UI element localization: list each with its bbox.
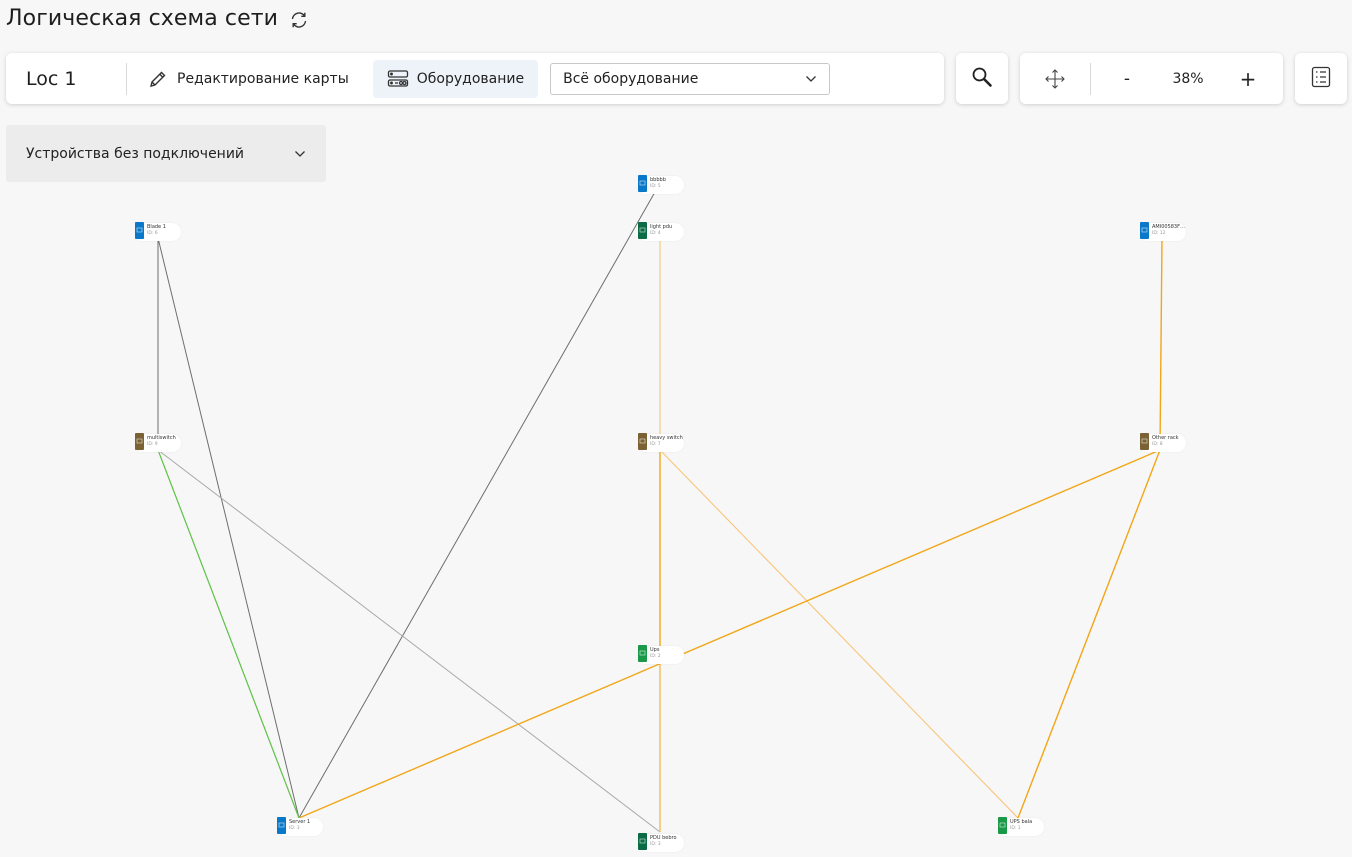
device-node-blade1[interactable]: Blade 1 ID: 6 bbox=[135, 222, 181, 242]
device-id: ID: 7 bbox=[650, 442, 661, 447]
device-name: Blade 1 bbox=[147, 224, 166, 230]
link-ami-otherrack[interactable] bbox=[1159, 237, 1163, 451]
device-node-ups[interactable]: Ups ID: 2 bbox=[638, 645, 684, 665]
device-id: ID: 5 bbox=[650, 184, 661, 189]
device-node-multiswitch[interactable]: multiswitch ID: 9 bbox=[135, 433, 181, 453]
chevron-down-icon bbox=[294, 146, 306, 162]
device-node-bbbbb[interactable]: bbbbb ID: 5 bbox=[638, 175, 684, 195]
device-node-lightpdu[interactable]: light pdu ID: 4 bbox=[638, 222, 684, 242]
device-id: ID: 12 bbox=[1152, 231, 1166, 236]
device-id: ID: 6 bbox=[147, 231, 158, 236]
unconnected-devices-label: Устройства без подключений bbox=[26, 145, 245, 162]
device-id: ID: 4 bbox=[650, 231, 661, 236]
device-name: UPS bala bbox=[1010, 819, 1033, 825]
link-multiswitch-pdubebro[interactable] bbox=[157, 449, 661, 833]
device-name: bbbbb bbox=[650, 177, 666, 183]
server-icon bbox=[135, 222, 144, 239]
pdu-icon bbox=[638, 222, 647, 239]
link-bbbbb-server1[interactable] bbox=[298, 191, 656, 819]
pdu-icon bbox=[638, 833, 647, 850]
link-blade1-server1[interactable] bbox=[157, 237, 300, 819]
unconnected-devices-dropdown[interactable]: Устройства без подключений bbox=[6, 125, 326, 182]
device-node-upsbala[interactable]: UPS bala ID: 1 bbox=[998, 817, 1044, 837]
device-name: PDU bebro bbox=[650, 835, 677, 841]
server-icon bbox=[1140, 222, 1149, 239]
server-icon bbox=[638, 175, 647, 192]
device-name: light pdu bbox=[650, 224, 673, 230]
device-name: heavy switch bbox=[650, 435, 683, 441]
device-name: multiswitch bbox=[147, 435, 176, 441]
ups-icon bbox=[998, 817, 1007, 834]
device-name: Server 1 bbox=[289, 819, 311, 825]
rack-icon bbox=[135, 433, 144, 450]
device-name: Other rack bbox=[1152, 435, 1179, 441]
rack-icon bbox=[638, 433, 647, 450]
device-node-otherrack[interactable]: Other rack ID: 8 bbox=[1140, 433, 1186, 453]
link-multiswitch-server1[interactable] bbox=[157, 449, 300, 819]
device-name: AMI00583F… bbox=[1152, 224, 1185, 230]
rack-icon bbox=[1140, 433, 1149, 450]
device-id: ID: 1 bbox=[1010, 826, 1021, 831]
server-icon bbox=[277, 817, 286, 834]
device-node-heavyswitch[interactable]: heavy switch ID: 7 bbox=[638, 433, 684, 453]
ups-icon bbox=[638, 645, 647, 662]
device-node-pdubebro[interactable]: PDU bebro ID: 3 bbox=[638, 833, 684, 853]
link-otherrack-upsbala[interactable] bbox=[1017, 449, 1161, 819]
device-id: ID: 3 bbox=[650, 842, 661, 847]
device-node-server1[interactable]: Server 1 ID: 3 bbox=[277, 817, 323, 837]
device-id: ID: 2 bbox=[650, 654, 661, 659]
device-id: ID: 9 bbox=[147, 442, 158, 447]
device-node-ami[interactable]: AMI00583F… ID: 12 bbox=[1140, 222, 1186, 242]
link-otherrack-server1[interactable] bbox=[298, 449, 1161, 819]
device-id: ID: 8 bbox=[1152, 442, 1163, 447]
device-id: ID: 3 bbox=[289, 826, 300, 831]
device-name: Ups bbox=[650, 647, 660, 653]
link-heavyswitch-upsbala[interactable] bbox=[659, 449, 1019, 819]
